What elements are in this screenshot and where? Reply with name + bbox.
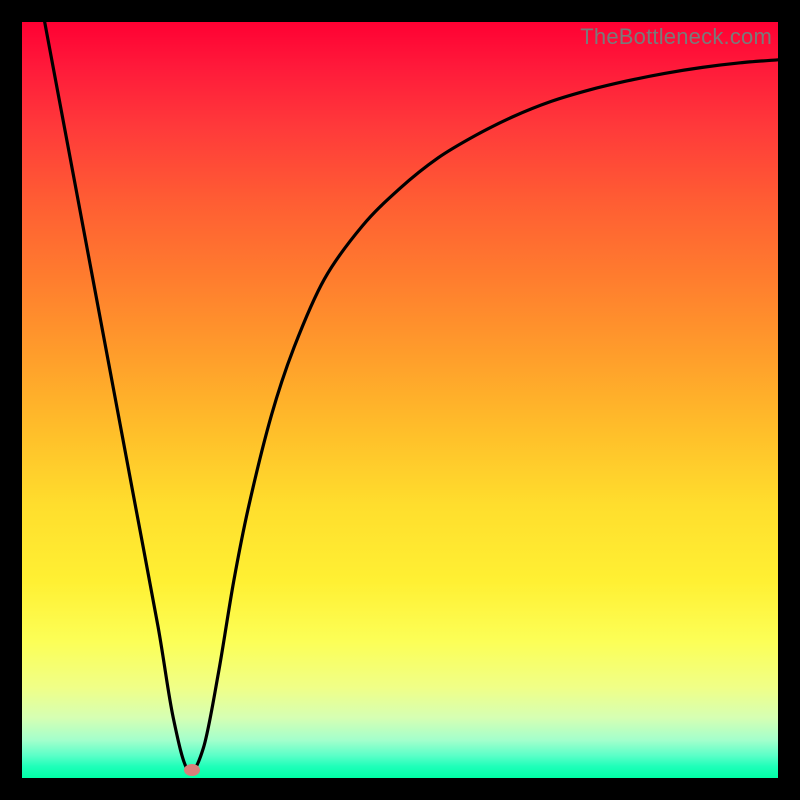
watermark-text: TheBottleneck.com [580,24,772,50]
bottleneck-curve [22,22,778,778]
optimum-marker [184,764,200,776]
chart-frame: TheBottleneck.com [0,0,800,800]
plot-area: TheBottleneck.com [22,22,778,778]
